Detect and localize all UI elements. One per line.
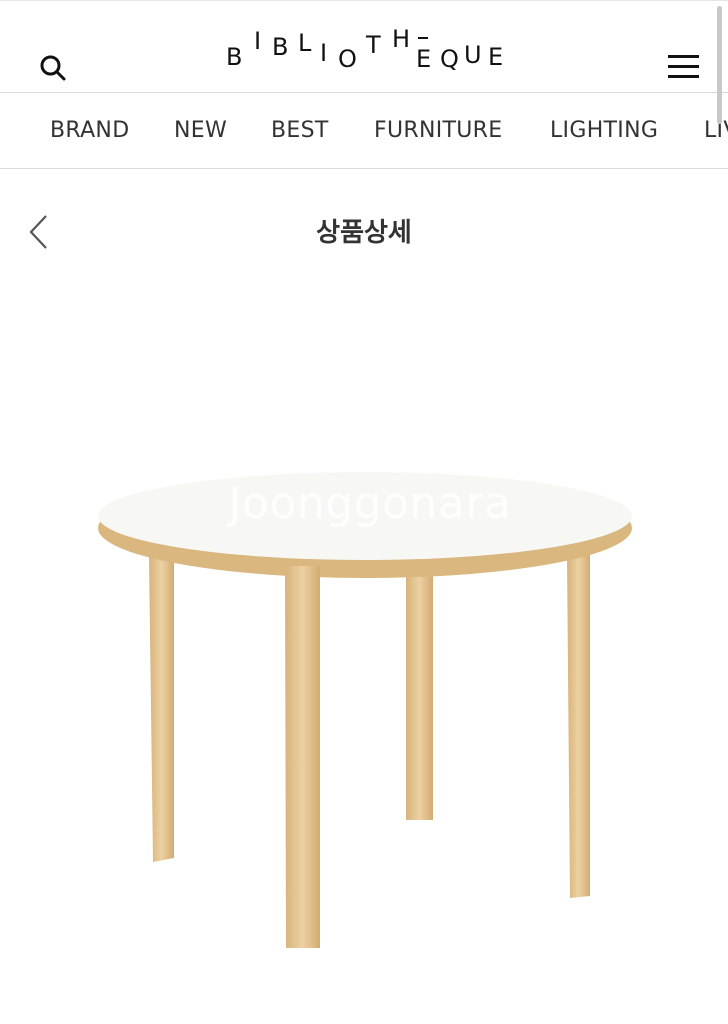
logo-letter: B [272,33,289,61]
logo-letter: H [392,25,411,53]
hamburger-menu-icon [668,55,699,78]
site-logo[interactable]: B I B L I O T H E Q U E [220,25,510,77]
search-icon [40,55,66,81]
logo-letter: U [464,41,482,69]
search-button[interactable] [38,53,68,83]
product-image [80,470,650,970]
nav-item-brand[interactable]: BRAND [50,93,129,168]
menu-button[interactable] [668,53,700,81]
logo-letter: E [488,43,504,71]
logo-letter: B [226,43,243,71]
top-bar: B I B L I O T H E Q U E [0,0,728,93]
round-table-illustration [98,472,632,948]
logo-accent-mark [418,37,428,39]
logo-letter: I [320,39,328,67]
nav-item-furniture[interactable]: FURNITURE [374,93,502,168]
nav-item-lighting[interactable]: LIGHTING [550,93,658,168]
category-nav: BRAND NEW BEST FURNITURE LIGHTING LIVING [0,93,728,169]
logo-letter: T [366,31,381,59]
logo-letter: I [254,27,262,55]
nav-item-new[interactable]: NEW [174,93,227,168]
logo-letter: E [416,45,432,73]
logo-letter: O [338,45,357,73]
page-title: 상품상세 [316,218,412,248]
page-header: 상품상세 [0,170,728,290]
logo-letter: Q [440,45,459,73]
scrollbar[interactable] [717,6,722,124]
logo-letter: L [298,29,312,57]
nav-item-best[interactable]: BEST [271,93,329,168]
nav-item-living[interactable]: LIVING [704,93,728,168]
